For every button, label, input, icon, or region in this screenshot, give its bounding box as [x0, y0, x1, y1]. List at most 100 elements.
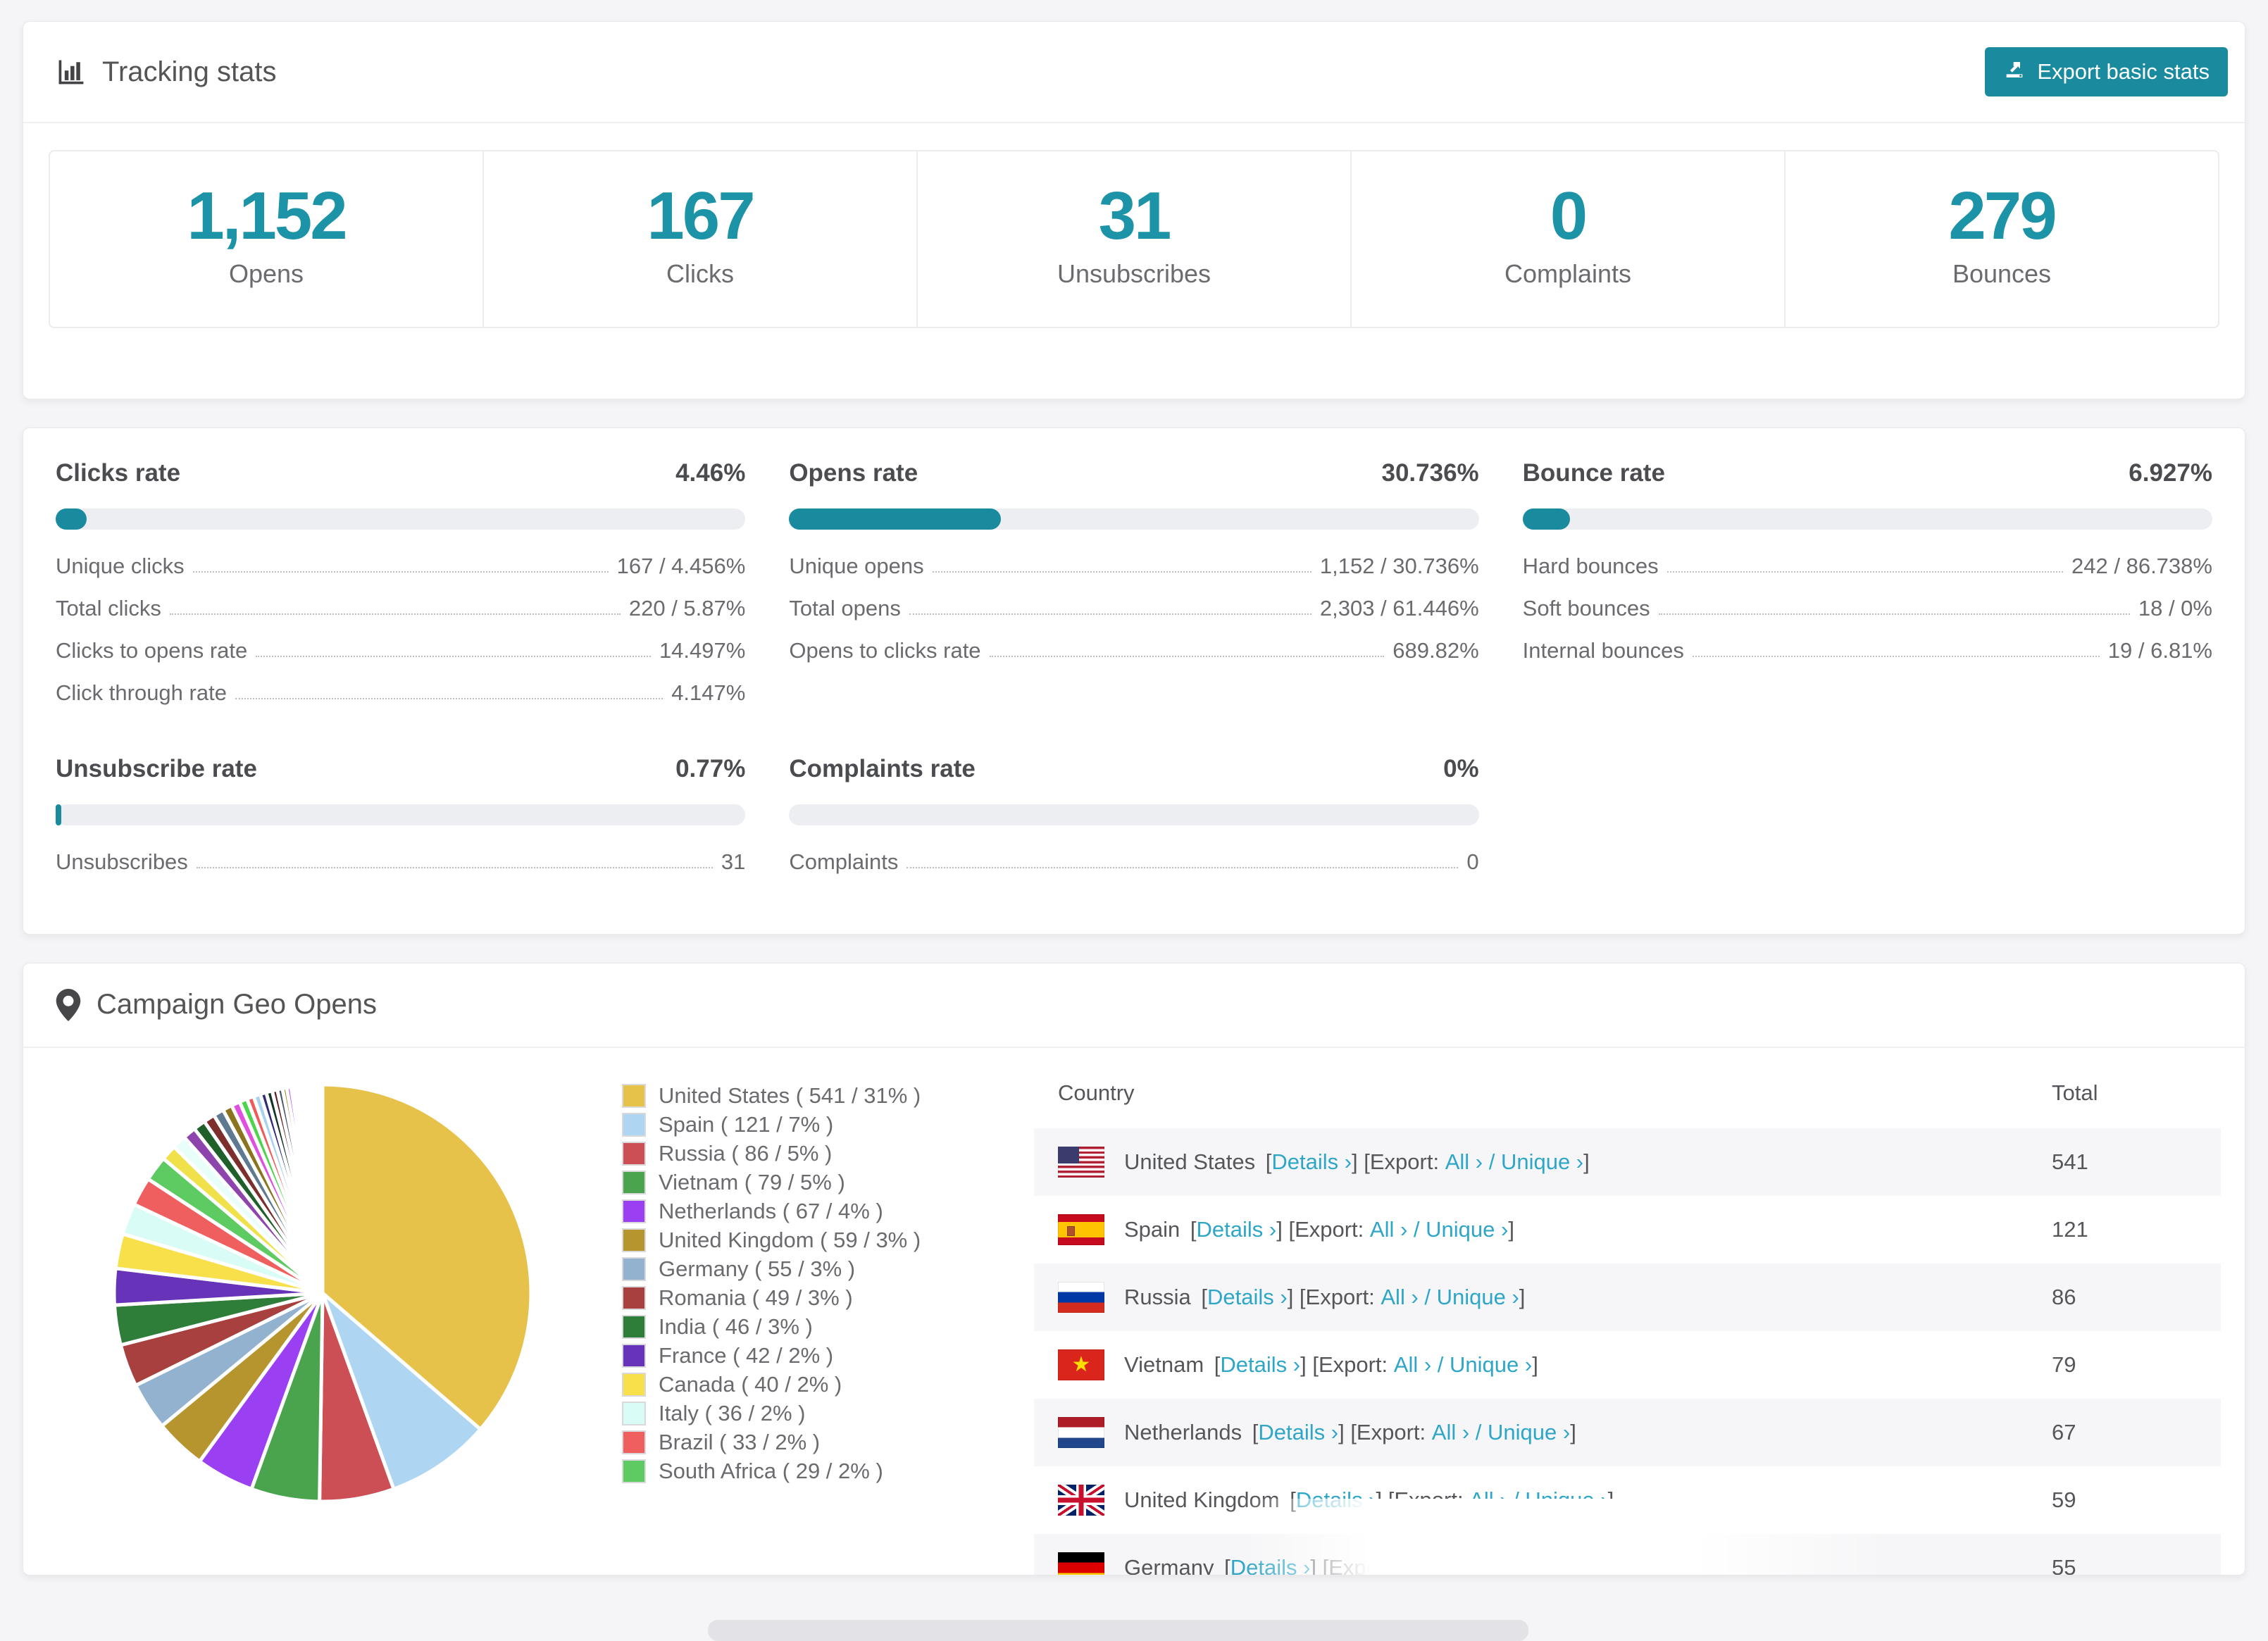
legend-item: South Africa ( 29 / 2% ) — [622, 1459, 1034, 1484]
bounce-rate-title: Bounce rate — [1522, 458, 1665, 487]
uk-flag-icon — [1058, 1484, 1104, 1516]
rate-row: Click through rate 4.147% — [56, 680, 746, 705]
page-title: Tracking stats — [102, 56, 277, 87]
rate-row: Complaints 0 — [789, 849, 1479, 874]
legend-item: Vietnam ( 79 / 5% ) — [622, 1170, 1034, 1195]
total-value: 79 — [2052, 1352, 2076, 1377]
geo-table: Country Total United States [Details ›] … — [1034, 1058, 2221, 1576]
export-unique-link[interactable]: Unique › — [1450, 1352, 1532, 1378]
clicks-rate-value: 4.46% — [675, 458, 746, 487]
rates-card: Clicks rate 4.46% Unique clicks 167 / 4.4… — [23, 427, 2245, 935]
dotted-leader — [256, 655, 651, 657]
legend-swatch — [622, 1228, 646, 1252]
stat-complaints: 0 Complaints — [1350, 151, 1784, 327]
details-link[interactable]: Details › — [1271, 1149, 1352, 1175]
legend-swatch — [622, 1343, 646, 1368]
dotted-leader — [1692, 655, 2100, 657]
legend-swatch — [622, 1256, 646, 1281]
export-all-link[interactable]: All › — [1432, 1420, 1469, 1445]
geo-title: Campaign Geo Opens — [96, 989, 378, 1021]
complaints-rate-value: 0% — [1443, 754, 1479, 782]
stat-opens: 1,152 Opens — [50, 151, 482, 327]
dotted-leader — [1658, 613, 2130, 615]
dotted-leader — [1666, 570, 2064, 573]
stat-unsubscribes-label: Unsubscribes — [1057, 258, 1211, 288]
export-unique-link[interactable]: Unique › — [1501, 1149, 1583, 1175]
table-bottom-fade — [1242, 1498, 1890, 1575]
tracking-stats-card: Tracking stats Export basic stats 1,152 … — [23, 21, 2245, 399]
legend-swatch — [622, 1170, 646, 1194]
dotted-leader — [906, 866, 1459, 868]
clicks-rate-block: Clicks rate 4.46% Unique clicks 167 / 4.4… — [56, 458, 746, 706]
stat-unsubscribes-value: 31 — [1098, 178, 1172, 254]
campaign-geo-opens-card: Campaign Geo Opens United States ( 541 /… — [23, 962, 2245, 1576]
bounce-rate-block: Bounce rate 6.927% Hard bounces 242 / 86.… — [1522, 458, 2212, 706]
export-unique-link[interactable]: Unique › — [1426, 1217, 1508, 1242]
bounce-rate-value: 6.927% — [2129, 458, 2212, 487]
stat-bounces: 279 Bounces — [1784, 151, 2218, 327]
export-unique-link[interactable]: Unique › — [1488, 1420, 1570, 1445]
rate-row: Soft bounces 18 / 0% — [1522, 595, 2212, 620]
legend-item: Brazil ( 33 / 2% ) — [622, 1430, 1034, 1455]
legend-swatch — [622, 1459, 646, 1483]
rate-row: Opens to clicks rate 689.82% — [789, 637, 1479, 663]
dotted-leader — [192, 570, 609, 573]
export-all-link[interactable]: All › — [1394, 1352, 1431, 1378]
complaints-rate-title: Complaints rate — [789, 754, 976, 782]
total-value: 67 — [2052, 1419, 2076, 1445]
horizontal-scrollbar-thumb[interactable] — [708, 1620, 1528, 1641]
table-row: Vietnam [Details ›] [Export: All › / Uni… — [1034, 1331, 2221, 1399]
details-link[interactable]: Details › — [1207, 1285, 1288, 1310]
us-flag-icon — [1058, 1146, 1104, 1178]
export-all-link[interactable]: All › — [1381, 1285, 1418, 1310]
legend-item: Russia ( 86 / 5% ) — [622, 1141, 1034, 1166]
rate-row: Unique clicks 167 / 4.456% — [56, 553, 746, 578]
export-all-link[interactable]: All › — [1370, 1217, 1407, 1242]
tracking-stats-page: { "colors": { "accent": "#1a8a9f", "stat… — [0, 21, 2268, 1641]
legend-swatch — [622, 1401, 646, 1425]
rate-row: Hard bounces 242 / 86.738% — [1522, 553, 2212, 578]
stat-clicks-label: Clicks — [666, 258, 734, 288]
clicks-rate-title: Clicks rate — [56, 458, 181, 487]
dotted-leader — [235, 697, 663, 699]
map-pin-icon — [56, 988, 81, 1021]
stat-complaints-label: Complaints — [1504, 258, 1632, 288]
opens-rate-block: Opens rate 30.736% Unique opens 1,152 / 3… — [789, 459, 1479, 706]
details-link[interactable]: Details › — [1258, 1420, 1338, 1445]
total-value: 59 — [2052, 1487, 2076, 1512]
total-value: 541 — [2052, 1149, 2088, 1174]
pie-slice[interactable] — [320, 1082, 325, 1295]
export-icon — [2003, 58, 2026, 86]
rate-row: Total opens 2,303 / 61.446% — [789, 595, 1479, 620]
stat-bounces-label: Bounces — [1952, 258, 2052, 288]
stat-clicks: 167 Clicks — [482, 151, 916, 327]
rate-row: Total clicks 220 / 5.87% — [56, 595, 746, 620]
export-unique-link[interactable]: Unique › — [1437, 1285, 1519, 1310]
stat-complaints-value: 0 — [1550, 178, 1588, 254]
legend-item: United Kingdom ( 59 / 3% ) — [622, 1228, 1034, 1253]
unsubscribe-rate-value: 0.77% — [675, 754, 746, 782]
stat-bounces-value: 279 — [1948, 178, 2057, 254]
bounce-rate-progressbar — [1522, 508, 2212, 530]
total-value: 55 — [2052, 1554, 2076, 1576]
stat-opens-label: Opens — [228, 258, 304, 288]
table-row: Spain [Details ›] [Export: All › / Uniqu… — [1034, 1196, 2221, 1263]
legend-swatch — [622, 1141, 646, 1166]
rate-row: Clicks to opens rate 14.497% — [56, 637, 746, 663]
details-link[interactable]: Details › — [1220, 1352, 1300, 1378]
legend-item: Romania ( 49 / 3% ) — [622, 1285, 1034, 1311]
details-link[interactable]: Details › — [1197, 1217, 1277, 1242]
table-row: Netherlands [Details ›] [Export: All › /… — [1034, 1398, 2221, 1466]
export-button-label: Export basic stats — [2037, 59, 2210, 84]
export-basic-stats-button[interactable]: Export basic stats — [1985, 47, 2228, 96]
clicks-rate-progressbar — [56, 508, 746, 530]
legend-swatch — [622, 1083, 646, 1108]
legend-item: United States ( 541 / 31% ) — [622, 1083, 1034, 1109]
geo-pie-chart[interactable] — [104, 1075, 541, 1511]
legend-swatch — [622, 1285, 646, 1310]
russia-flag-icon — [1058, 1281, 1104, 1313]
dotted-leader — [989, 655, 1385, 657]
netherlands-flag-icon — [1058, 1416, 1104, 1448]
export-all-link[interactable]: All › — [1445, 1149, 1483, 1175]
dotted-leader — [909, 613, 1311, 615]
